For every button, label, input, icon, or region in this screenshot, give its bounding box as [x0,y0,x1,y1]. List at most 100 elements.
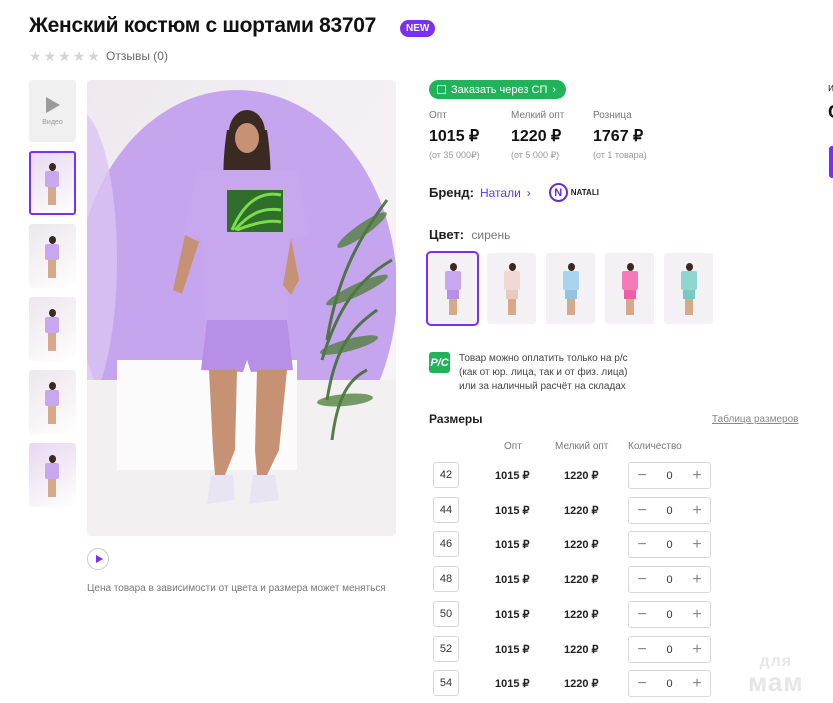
order-sp-label: Заказать через СП [451,83,548,96]
color-swatch-blue[interactable] [546,253,595,324]
minus-button[interactable]: − [635,641,649,657]
chevron-right-icon: › [552,83,557,96]
quantity-value[interactable]: 0 [666,539,672,551]
size-price-small-opt: 1220 ₽ [564,609,599,621]
quantity-value[interactable]: 0 [666,505,672,517]
size-price-opt: 1015 ₽ [495,539,530,551]
main-product-image[interactable] [87,80,396,536]
size-label: 46 [433,531,459,557]
col-head-opt: Опт [504,441,522,452]
brand-logo[interactable]: N NATALI [548,183,599,202]
price-small-wholesale: Мелкий опт 1220 ₽ (от 5 000 ₽) [511,110,593,161]
size-price-small-opt: 1220 ₽ [564,470,599,482]
play-icon [45,96,60,113]
price-condition: (от 5 000 ₽) [511,150,560,160]
color-value: сирень [471,228,511,242]
size-price-opt: 1015 ₽ [495,505,530,517]
minus-button[interactable]: − [635,571,649,587]
video-play-button[interactable] [87,548,109,570]
minus-button[interactable]: − [635,675,649,691]
size-price-opt: 1015 ₽ [495,470,530,482]
thumbnail-5[interactable] [29,443,76,507]
color-swatch-mint[interactable] [664,253,713,324]
color-swatches [426,251,713,326]
watermark-logo: для мам [748,652,804,697]
video-label: Видео [42,118,63,126]
size-row: 46 1015 ₽ 1220 ₽ − 0 + [433,531,723,558]
bag-icon [437,85,446,94]
price-note: Цена товара в зависимости от цвета и раз… [87,583,386,594]
minus-button[interactable]: − [635,502,649,518]
size-price-small-opt: 1220 ₽ [564,678,599,690]
watermark-line: мам [748,667,804,697]
cut-off-label: и [828,82,833,94]
color-row: Цвет: сирень [429,227,510,242]
quantity-value[interactable]: 0 [666,678,672,690]
size-price-opt: 1015 ₽ [495,574,530,586]
quantity-value[interactable]: 0 [666,574,672,586]
brand-logo-mark: N [548,183,568,202]
order-sp-button[interactable]: Заказать через СП › [429,80,567,99]
quantity-stepper: − 0 + [628,462,711,489]
size-label: 42 [433,462,459,488]
quantity-value[interactable]: 0 [666,644,672,656]
size-price-small-opt: 1220 ₽ [564,539,599,551]
plus-button[interactable]: + [690,571,704,587]
minus-button[interactable]: − [635,606,649,622]
rating-stars[interactable]: ★ ★ ★ ★ ★ [29,48,100,64]
sizes-title: Размеры [429,412,483,426]
cut-off-button[interactable] [829,146,833,178]
thumbnail-4[interactable] [29,370,76,434]
quantity-stepper: − 0 + [628,531,711,558]
price-tiers: Опт 1015 ₽ (от 35 000₽) Мелкий опт 1220 … [429,110,675,161]
color-swatch-lilac[interactable] [426,251,479,326]
payment-note: Р/С Товар можно оплатить только на р/с (… [429,352,628,394]
play-icon [95,555,103,563]
price-value: 1767 ₽ [593,128,644,145]
quantity-stepper: − 0 + [628,601,711,628]
col-head-small-opt: Мелкий опт [555,441,609,452]
color-label: Цвет: [429,227,465,242]
plus-button[interactable]: + [690,606,704,622]
size-label: 54 [433,670,459,696]
size-price-opt: 1015 ₽ [495,644,530,656]
brand-logo-text: NATALI [570,188,599,197]
plus-button[interactable]: + [690,536,704,552]
quantity-stepper: − 0 + [628,670,711,697]
size-table-link[interactable]: Таблица размеров [712,414,798,425]
thumbnail-1[interactable] [29,151,76,215]
size-label: 48 [433,566,459,592]
star-icon: ★ [87,48,100,64]
quantity-stepper: − 0 + [628,497,711,524]
color-swatch-pink[interactable] [605,253,654,324]
quantity-value[interactable]: 0 [666,609,672,621]
cut-off-value: С [828,102,833,123]
color-swatch-peach[interactable] [487,253,536,324]
plus-button[interactable]: + [690,675,704,691]
quantity-value[interactable]: 0 [666,470,672,482]
price-condition: (от 1 товара) [593,150,647,160]
price-label: Опт [429,110,447,121]
payment-note-line: Товар можно оплатить только на р/с [459,353,628,364]
product-photo-illustration [87,80,396,536]
video-thumbnail[interactable]: Видео [29,80,76,142]
size-price-opt: 1015 ₽ [495,609,530,621]
minus-button[interactable]: − [635,467,649,483]
size-price-small-opt: 1220 ₽ [564,574,599,586]
star-icon: ★ [58,48,71,64]
reviews-link[interactable]: Отзывы (0) [106,49,168,63]
size-price-opt: 1015 ₽ [495,678,530,690]
plus-button[interactable]: + [690,641,704,657]
plus-button[interactable]: + [690,467,704,483]
thumbnail-3[interactable] [29,297,76,361]
plus-button[interactable]: + [690,502,704,518]
size-price-small-opt: 1220 ₽ [564,644,599,656]
size-row: 54 1015 ₽ 1220 ₽ − 0 + [433,670,723,697]
size-row: 42 1015 ₽ 1220 ₽ − 0 + [433,462,723,489]
price-retail: Розница 1767 ₽ (от 1 товара) [593,110,675,161]
thumbnail-2[interactable] [29,224,76,288]
quantity-stepper: − 0 + [628,566,711,593]
brand-link[interactable]: Натали [480,186,521,200]
price-wholesale: Опт 1015 ₽ (от 35 000₽) [429,110,511,161]
minus-button[interactable]: − [635,536,649,552]
